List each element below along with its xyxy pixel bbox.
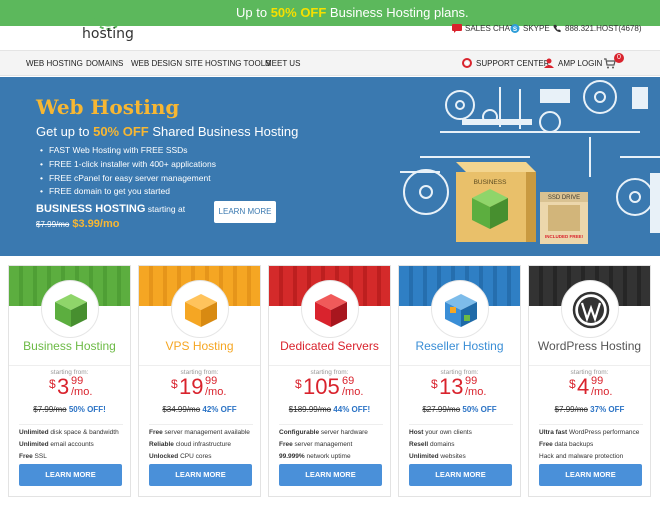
plan-features: Free server management available Reliabl… — [149, 424, 253, 465]
learn-more-button[interactable]: LEARN MORE — [149, 464, 252, 486]
plan-offer: $189.99/mo 44% OFF! — [288, 405, 371, 414]
plan-offer: $27.99/mo 50% OFF — [422, 405, 497, 414]
lifebuoy-icon — [462, 58, 472, 68]
skype-label: SKYPE — [523, 24, 550, 33]
plan-offer: $7.99/mo 37% OFF — [554, 405, 625, 414]
sales-chat-label: SALES CHAT — [465, 24, 515, 33]
user-icon — [544, 58, 554, 68]
plan-feature: Unlimited email accounts — [19, 441, 94, 448]
blue-cube-stack-icon — [445, 294, 477, 327]
plan-cards: Business Hosting starting from: $ 3 99 /… — [8, 265, 656, 500]
wordpress-logo-icon — [572, 291, 610, 329]
plan-name: VPS Hosting — [165, 339, 234, 353]
phone-icon — [553, 24, 561, 33]
nav-item-web-hosting[interactable]: WEB HOSTING — [26, 59, 83, 68]
plan-features: Unlimited disk space & bandwidth Unlimit… — [19, 424, 123, 465]
ssd-badge: INCLUDED FREE! — [545, 234, 584, 239]
sales-chat-link[interactable]: SALES CHAT — [452, 24, 514, 33]
plan-name: WordPress Hosting — [537, 339, 642, 353]
card-icon-circle — [301, 280, 359, 338]
ssd-label: SSD DRIVE — [548, 195, 580, 201]
box-label: BUSINESS — [474, 179, 508, 186]
amp-login-label: AMP LOGIN — [558, 58, 603, 68]
plan-feature: Free SSL — [19, 453, 47, 460]
nav-item-site-hosting-tools[interactable]: SITE HOSTING TOOLS — [185, 59, 271, 68]
starting-from-label: starting from: — [9, 365, 130, 376]
card-icon-circle — [41, 280, 99, 338]
main-nav: WEB HOSTING DOMAINS WEB DESIGN SITE HOST… — [0, 50, 660, 76]
hero-subtitle: Get up to 50% OFF Shared Business Hostin… — [36, 124, 299, 139]
plan-card-vps: VPS Hosting starting from: $ 19 99 /mo. … — [138, 265, 261, 497]
hero-feature: FREE domain to get you started — [40, 186, 216, 196]
hero-feature: FREE 1-click installer with 400+ applica… — [40, 159, 216, 169]
cart-count-badge: 0 — [614, 53, 624, 63]
plan-feature: Free server management — [279, 441, 353, 448]
plan-card-wordpress: WordPress Hosting starting from: $ 4 99 … — [528, 265, 651, 497]
plan-feature: Configurable server hardware — [279, 429, 368, 436]
hero-learn-more-button[interactable]: LEARN MORE — [214, 201, 276, 223]
plan-feature: Resell domains — [409, 441, 455, 448]
hero-feature: FREE cPanel for easy server management — [40, 173, 216, 183]
site-header: hosting SALES CHAT S SKYPE 888.321.HOST(… — [0, 0, 660, 50]
plan-feature: 99.999% network uptime — [279, 453, 351, 460]
hero-price: $7.99/mo $3.99/mo — [36, 218, 120, 230]
plan-feature: Unlimited websites — [409, 453, 466, 460]
learn-more-button[interactable]: LEARN MORE — [409, 464, 512, 486]
green-cube-icon — [55, 294, 87, 327]
support-center-label: SUPPORT CENTER — [476, 58, 550, 68]
hero-plan-line: BUSINESS HOSTING starting at — [36, 203, 186, 215]
nav-item-web-design[interactable]: WEB DESIGN — [131, 59, 182, 68]
plan-feature: Unlimited disk space & bandwidth — [19, 429, 119, 436]
card-icon-circle — [431, 280, 489, 338]
hero-feature-list: FAST Web Hosting with FREE SSDs FREE 1-c… — [40, 145, 216, 200]
plan-feature: Host your own clients — [409, 429, 472, 436]
plan-feature: Free server management available — [149, 429, 250, 436]
plan-name: Reseller Hosting — [415, 339, 504, 353]
plan-card-business: Business Hosting starting from: $ 3 99 /… — [8, 265, 131, 497]
hero-title: Web Hosting — [36, 95, 180, 119]
plan-name: Business Hosting — [23, 339, 116, 353]
plan-features: Configurable server hardware Free server… — [279, 424, 383, 465]
plan-feature: Reliable cloud infrastructure — [149, 441, 232, 448]
nav-item-domains[interactable]: DOMAINS — [86, 59, 123, 68]
phone-label: 888.321.HOST(4678) — [565, 24, 642, 33]
amp-login-link[interactable]: AMP LOGIN — [544, 58, 602, 68]
learn-more-button[interactable]: LEARN MORE — [279, 464, 382, 486]
svg-text:S: S — [513, 26, 517, 33]
starting-from-label: starting from: — [529, 365, 650, 376]
plan-card-dedicated: Dedicated Servers starting from: $ 105 6… — [268, 265, 391, 497]
phone-link[interactable]: 888.321.HOST(4678) — [552, 24, 642, 33]
plan-features: Ultra fast WordPress performance Free da… — [539, 424, 643, 465]
promo-text[interactable]: Up to 50% OFF Business Hosting plans. — [236, 5, 469, 20]
support-center-link[interactable]: SUPPORT CENTER — [462, 58, 550, 68]
plan-feature: Ultra fast WordPress performance — [539, 429, 640, 436]
plan-feature: Hack and malware protection — [539, 453, 624, 460]
card-icon-circle — [171, 280, 229, 338]
learn-more-button[interactable]: LEARN MORE — [19, 464, 122, 486]
orange-cube-icon — [185, 294, 217, 327]
plan-feature: Unlocked CPU cores — [149, 453, 212, 460]
nav-item-meet-us[interactable]: MEET US — [265, 59, 300, 68]
hero-banner: Web Hosting Get up to 50% OFF Shared Bus… — [0, 77, 660, 256]
learn-more-button[interactable]: LEARN MORE — [539, 464, 642, 486]
card-icon-circle — [561, 280, 619, 338]
hero-feature: FAST Web Hosting with FREE SSDs — [40, 145, 216, 155]
plan-offer: $7.99/mo 50% OFF! — [33, 405, 106, 414]
plan-name: Dedicated Servers — [280, 339, 379, 353]
plan-offer: $34.99/mo 42% OFF — [162, 405, 237, 414]
chat-icon — [452, 24, 462, 33]
ssd-drive-icon — [548, 205, 580, 231]
logo-text[interactable]: hosting — [82, 26, 134, 42]
skype-link[interactable]: S SKYPE — [510, 24, 550, 33]
skype-icon: S — [510, 24, 520, 33]
hero-machinery-illustration: BUSINESS SSD DRIVE INCLUDED FREE! — [400, 80, 660, 244]
plan-features: Host your own clients Resell domains Unl… — [409, 424, 513, 465]
plan-card-reseller: Reseller Hosting starting from: $ 13 99 … — [398, 265, 521, 497]
red-cube-icon — [315, 294, 347, 327]
plan-feature: Free data backups — [539, 441, 594, 448]
